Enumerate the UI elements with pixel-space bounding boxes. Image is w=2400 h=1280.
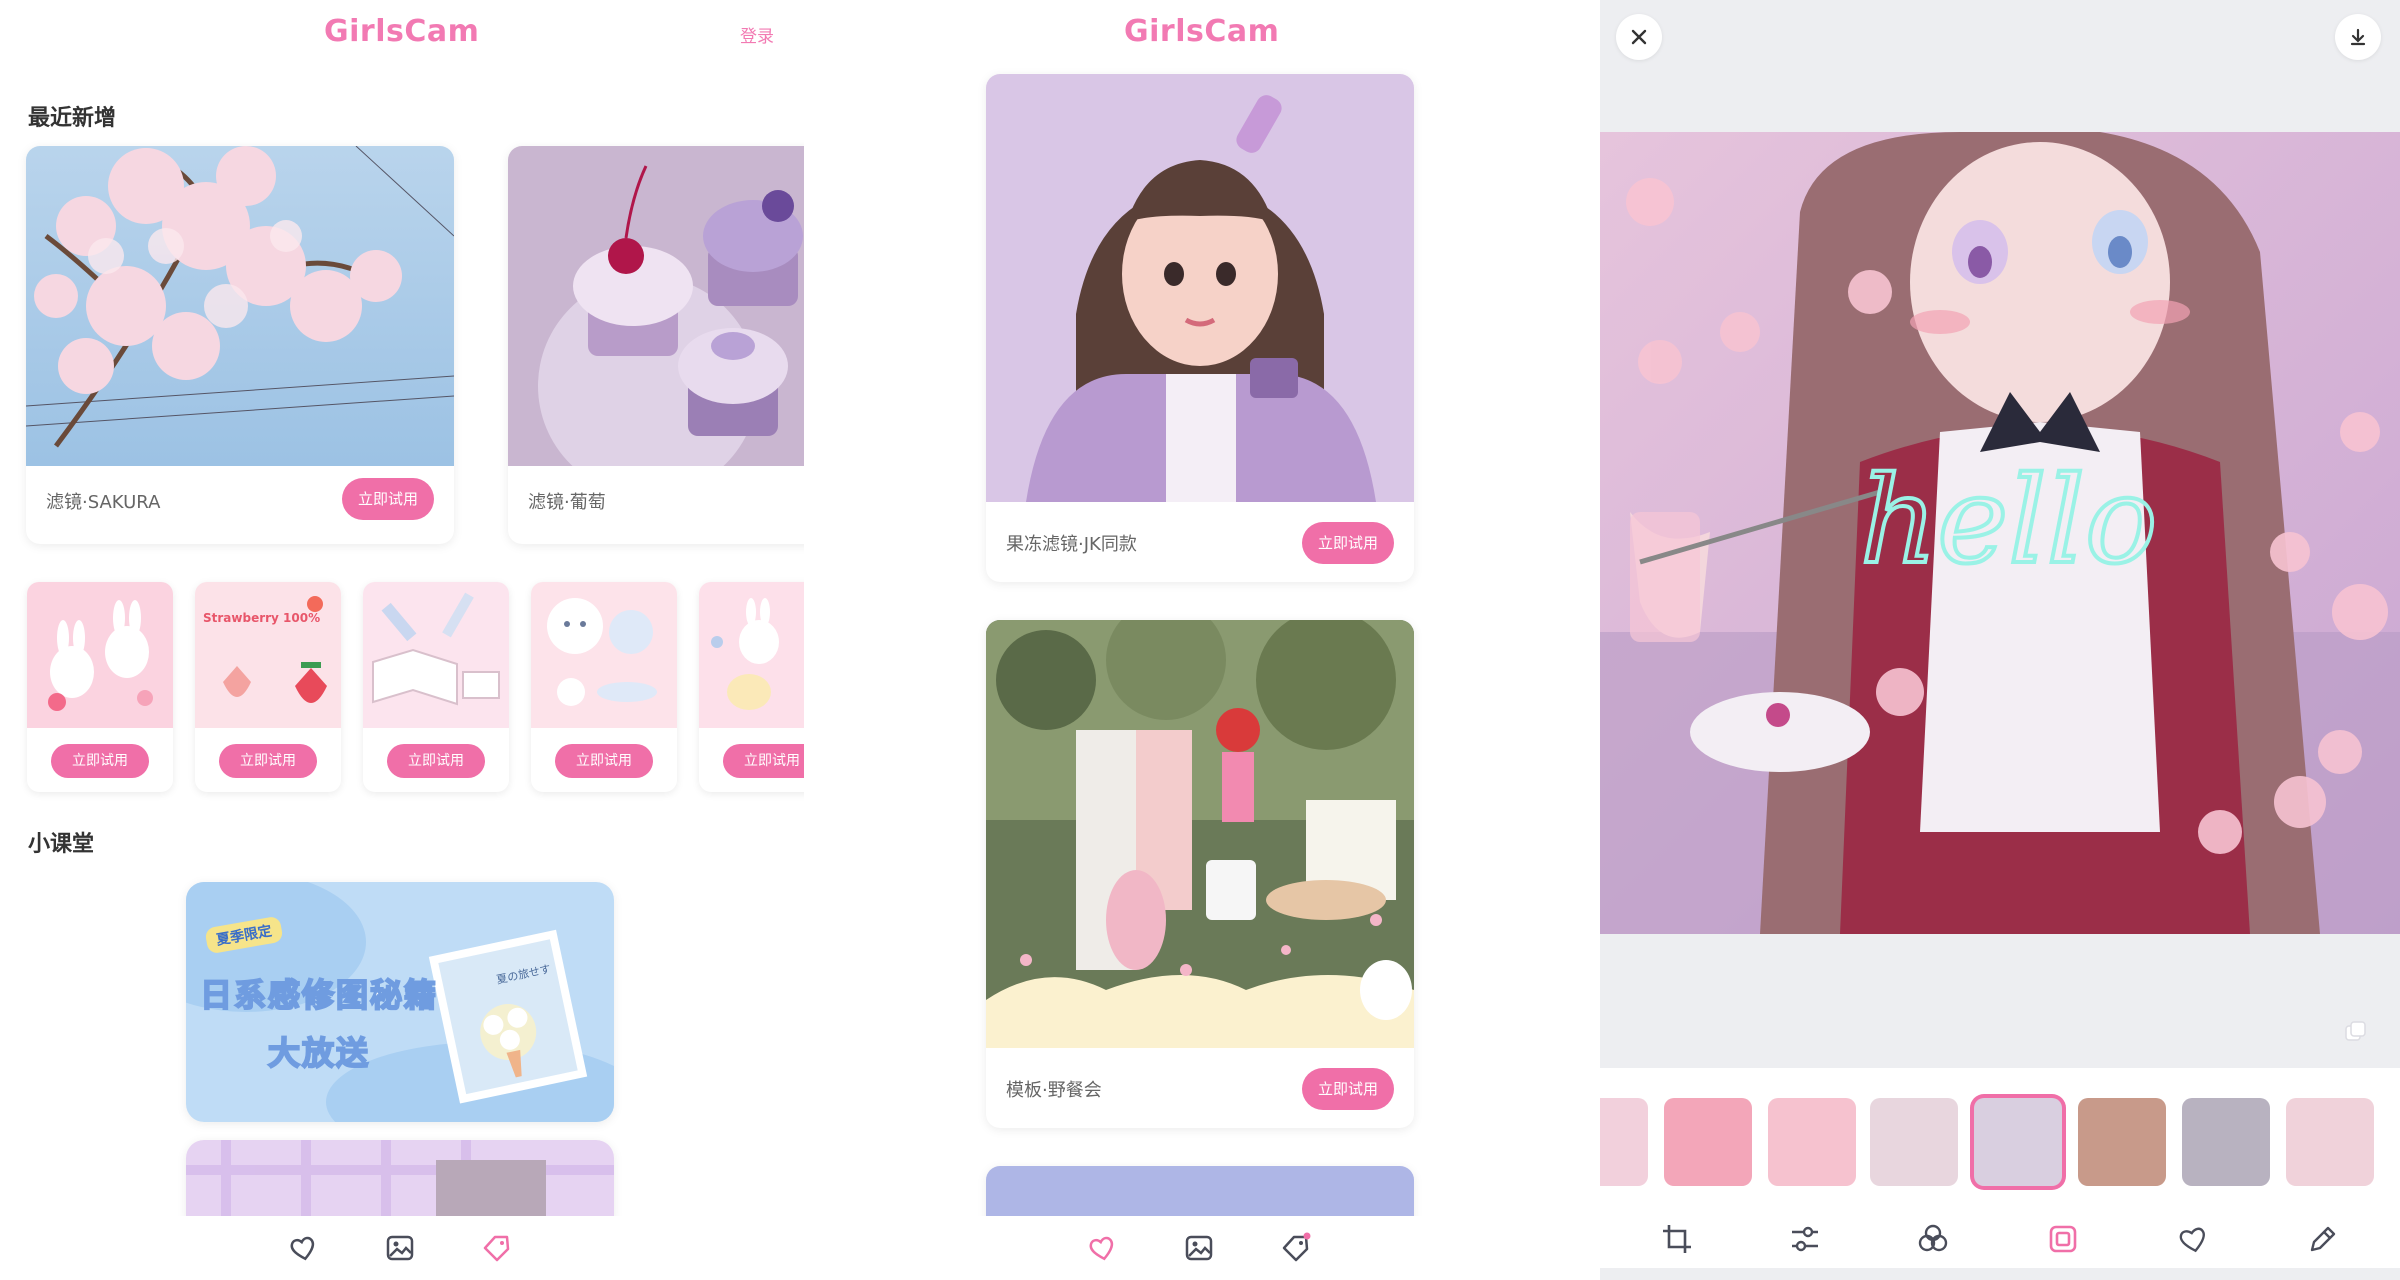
sticker-label: Strawberry 100% (203, 611, 320, 625)
try-now-button[interactable]: 立即试用 (342, 478, 434, 520)
heart-tab-icon-active[interactable] (1086, 1232, 1118, 1264)
filter-thumb[interactable] (1664, 1098, 1752, 1186)
picnic-photo (986, 620, 1414, 1048)
filter-thumb[interactable] (2286, 1098, 2374, 1186)
stationery-sticker-image (363, 582, 509, 728)
login-link[interactable]: 登录 (740, 22, 774, 47)
gallery-panel: GirlsCam 果冻滤镜·JK同款 立即试用 模板·野餐会 立即试用 (804, 0, 1600, 1280)
sticker-card-strawberry[interactable]: Strawberry 100% 立即试用 (195, 582, 341, 792)
brush-icon[interactable] (2306, 1222, 2340, 1256)
bunny2-sticker-image (699, 582, 804, 728)
section-title-class: 小课堂 (28, 832, 95, 857)
bunny-sticker-image (27, 582, 173, 728)
close-icon (1631, 29, 1647, 45)
template-card-jk[interactable]: 果冻滤镜·JK同款 立即试用 (986, 74, 1414, 582)
filter-card-sakura[interactable]: 滤镜·SAKURA 立即试用 (26, 146, 454, 544)
strawberry-sticker-image: Strawberry 100% (195, 582, 341, 728)
gallery-tab-icon[interactable] (1183, 1232, 1215, 1264)
adjust-icon[interactable] (1788, 1222, 1822, 1256)
sticker-filmstrip (1600, 1068, 2400, 1268)
filter-thumb[interactable] (2078, 1098, 2166, 1186)
app-logo: GirlsCam (1124, 14, 1280, 49)
filter-thumb[interactable] (1768, 1098, 1856, 1186)
sticker-card-stationery[interactable]: 立即试用 (363, 582, 509, 792)
sticker-icon[interactable] (2176, 1222, 2210, 1256)
edited-artwork: hello (1600, 132, 2400, 934)
try-now-button[interactable]: 立即试用 (51, 744, 149, 778)
filter-icon[interactable] (1916, 1222, 1950, 1256)
card-caption: 模板·野餐会 (1006, 1080, 1102, 1101)
banner-title: 日系感修图秘籍 (199, 975, 439, 1015)
tag-tab-icon-active[interactable] (481, 1232, 513, 1264)
jk-girl-photo (986, 74, 1414, 502)
sakura-photo (26, 146, 454, 466)
bottom-tab-bar (804, 1216, 1600, 1280)
cat-sticker-image (531, 582, 677, 728)
hello-overlay: hello (1860, 452, 2157, 591)
heart-tab-icon[interactable] (287, 1232, 319, 1264)
banner-subtitle: 大放送 (267, 1033, 371, 1073)
filter-thumb[interactable] (2182, 1098, 2270, 1186)
plaid-banner-image (186, 1140, 614, 1220)
gallery-tab-icon[interactable] (384, 1232, 416, 1264)
card-caption: 滤镜·葡萄 (528, 492, 606, 513)
cupcake-photo (508, 146, 804, 466)
download-button[interactable] (2335, 14, 2381, 60)
sticker-card-cat[interactable]: 立即试用 (531, 582, 677, 792)
section-title-recent: 最近新增 (28, 106, 117, 131)
editor-panel: hello (1600, 0, 2400, 1280)
filter-thumb[interactable] (1600, 1098, 1648, 1186)
tutorial-banner[interactable]: 夏季限定 日系感修图秘籍 大放送 夏の旅せす (186, 882, 614, 1122)
close-button[interactable] (1616, 14, 1662, 60)
try-now-button[interactable]: 立即试用 (1302, 522, 1394, 564)
try-now-button[interactable]: 立即试用 (555, 744, 653, 778)
try-now-button[interactable]: 立即试用 (219, 744, 317, 778)
try-now-button[interactable]: 立即试用 (387, 744, 485, 778)
filter-card-grape[interactable]: 滤镜·葡萄 (508, 146, 804, 544)
template-card-picnic[interactable]: 模板·野餐会 立即试用 (986, 620, 1414, 1128)
sticker-card-bunny[interactable]: 立即试用 (27, 582, 173, 792)
filter-thumb[interactable] (1870, 1098, 1958, 1186)
home-panel: GirlsCam 登录 最近新增 滤镜·SAKURA 立即试用 滤镜·葡萄 立即… (0, 0, 804, 1280)
download-icon (2350, 28, 2366, 46)
tutorial-banner-2[interactable] (186, 1140, 614, 1220)
app-logo: GirlsCam (324, 14, 480, 49)
try-now-button[interactable]: 立即试用 (1302, 1068, 1394, 1110)
card-caption: 果冻滤镜·JK同款 (1006, 534, 1137, 555)
filter-thumb-selected[interactable] (1974, 1098, 2062, 1186)
tag-tab-icon[interactable] (1280, 1232, 1312, 1264)
frame-icon-active[interactable] (2046, 1222, 2080, 1256)
card-caption: 滤镜·SAKURA (46, 492, 161, 513)
try-now-button[interactable]: 立即试用 (723, 744, 804, 778)
sticker-card-bunny-2[interactable]: 立即试用 (699, 582, 804, 792)
compare-icon[interactable] (2344, 1020, 2368, 1044)
bottom-tab-bar (0, 1216, 804, 1280)
crop-icon[interactable] (1660, 1222, 1694, 1256)
